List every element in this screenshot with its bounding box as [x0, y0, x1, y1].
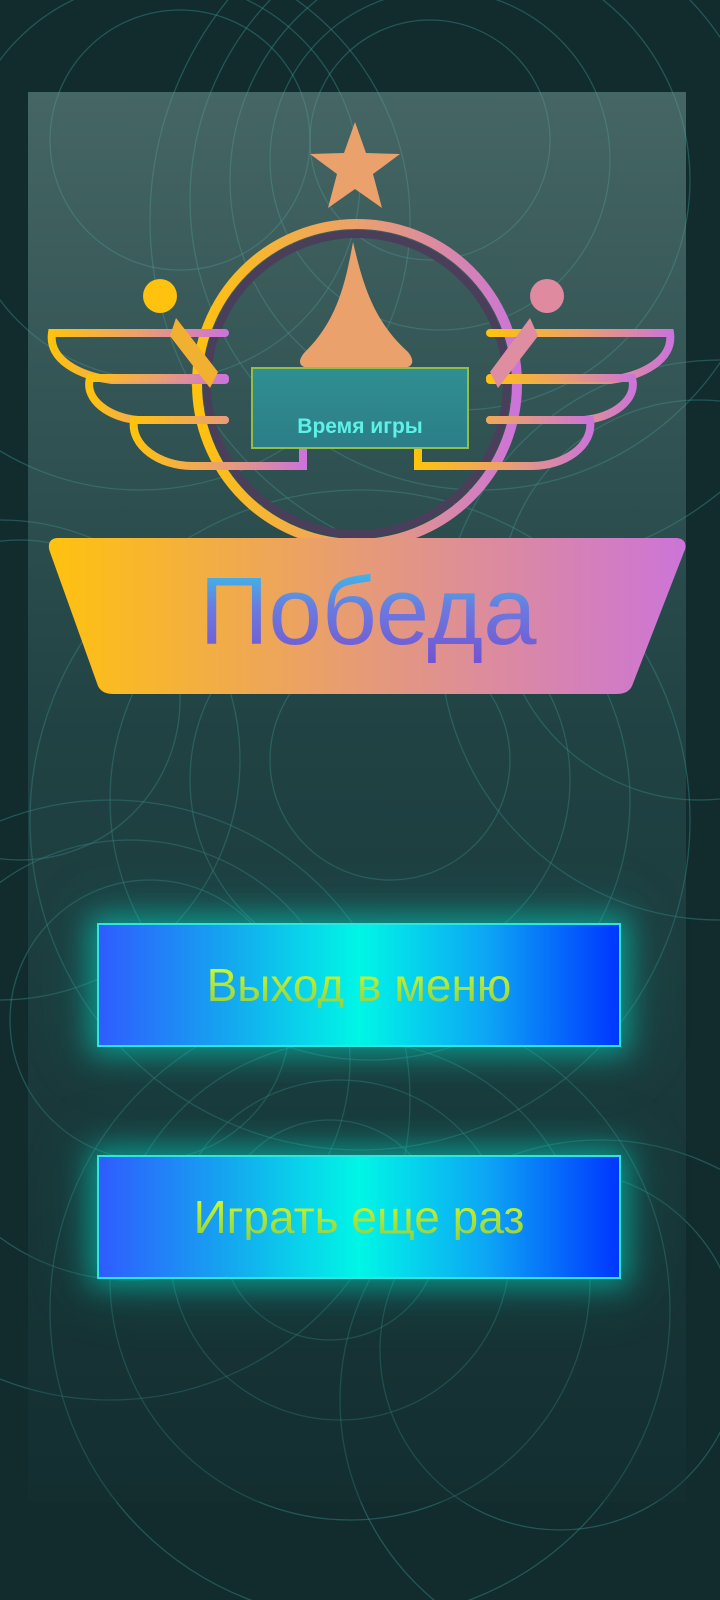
game-time-box: Время игры: [251, 367, 469, 449]
star-icon: [310, 122, 400, 208]
game-time-label: Время игры: [297, 415, 423, 438]
play-again-button[interactable]: Играть еще раз: [97, 1155, 621, 1279]
play-again-label: Играть еще раз: [193, 1191, 525, 1243]
exit-to-menu-button[interactable]: Выход в меню: [97, 923, 621, 1047]
victory-title: Победа: [50, 540, 686, 690]
exit-to-menu-label: Выход в меню: [206, 959, 512, 1011]
